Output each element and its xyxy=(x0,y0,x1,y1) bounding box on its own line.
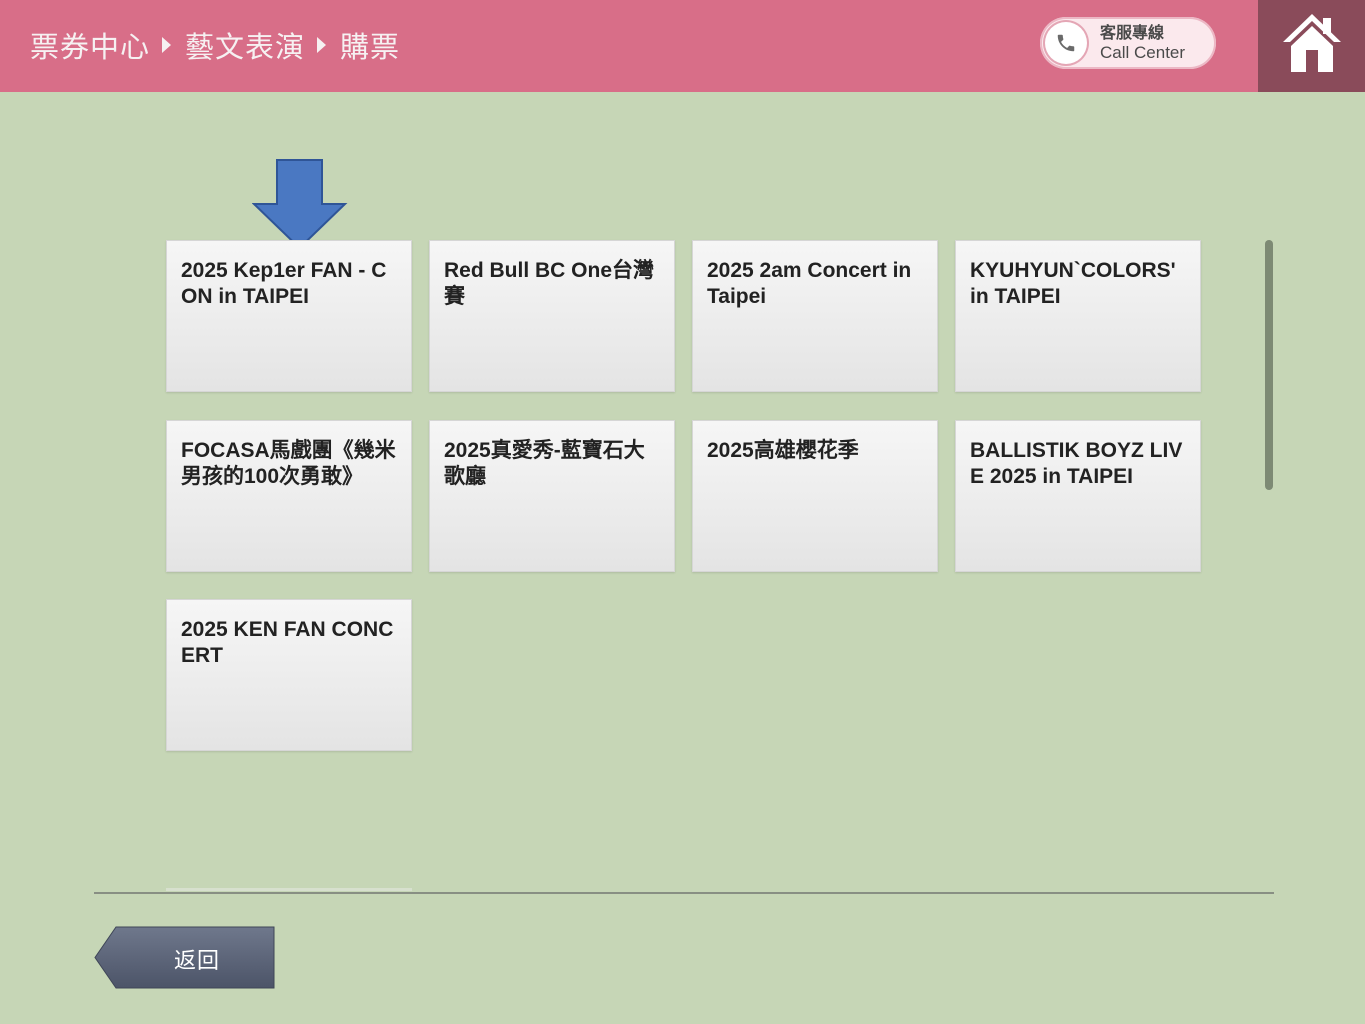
call-center-label-en: Call Center xyxy=(1100,43,1186,62)
back-button-label: 返回 xyxy=(174,949,221,974)
breadcrumb-item-performances[interactable]: 藝文表演 xyxy=(185,24,305,66)
home-icon xyxy=(1283,14,1341,72)
event-card-kyuhyun[interactable]: KYUHYUN`COLORS' in TAIPEI xyxy=(955,240,1201,392)
event-card-ballistik-boyz[interactable]: BALLISTIK BOYZ LIVE 2025 in TAIPEI xyxy=(955,420,1201,572)
breadcrumb-item-ticket-center[interactable]: 票券中心 xyxy=(30,24,150,66)
down-arrow-icon xyxy=(252,159,348,250)
breadcrumb-item-buy-ticket: 購票 xyxy=(340,30,401,64)
footer-divider xyxy=(94,892,1274,894)
home-button[interactable] xyxy=(1258,0,1365,92)
event-card-red-bull[interactable]: Red Bull BC One台灣賽 xyxy=(429,240,675,392)
event-card-kep1er[interactable]: 2025 Kep1er FAN - CON in TAIPEI xyxy=(166,240,412,392)
event-card-2am[interactable]: 2025 2am Concert in Taipei xyxy=(692,240,938,392)
event-card-sakura-festival[interactable]: 2025高雄櫻花季 xyxy=(692,420,938,572)
event-card-true-love-show[interactable]: 2025真愛秀-藍寶石大歌廳 xyxy=(429,420,675,572)
phone-icon xyxy=(1045,22,1087,64)
call-center-label: 客服專線 Call Center xyxy=(1100,24,1185,62)
breadcrumb-separator-icon xyxy=(317,37,327,53)
event-card-focasa[interactable]: FOCASA馬戲團《幾米男孩的100次勇敢》 xyxy=(166,420,412,572)
breadcrumb: 票券中心 藝文表演 購票 xyxy=(30,24,400,66)
call-center-button[interactable]: 客服專線 Call Center xyxy=(1040,17,1216,69)
event-card-ken[interactable]: 2025 KEN FAN CONCERT xyxy=(166,599,412,751)
divider-highlight xyxy=(166,888,412,891)
header-bar: 票券中心 藝文表演 購票 客服專線 Call Center xyxy=(0,0,1365,92)
back-button[interactable]: 返回 xyxy=(94,926,276,989)
call-center-label-zh: 客服專線 xyxy=(1100,25,1165,42)
scrollbar[interactable] xyxy=(1265,240,1273,490)
breadcrumb-separator-icon xyxy=(162,37,172,53)
